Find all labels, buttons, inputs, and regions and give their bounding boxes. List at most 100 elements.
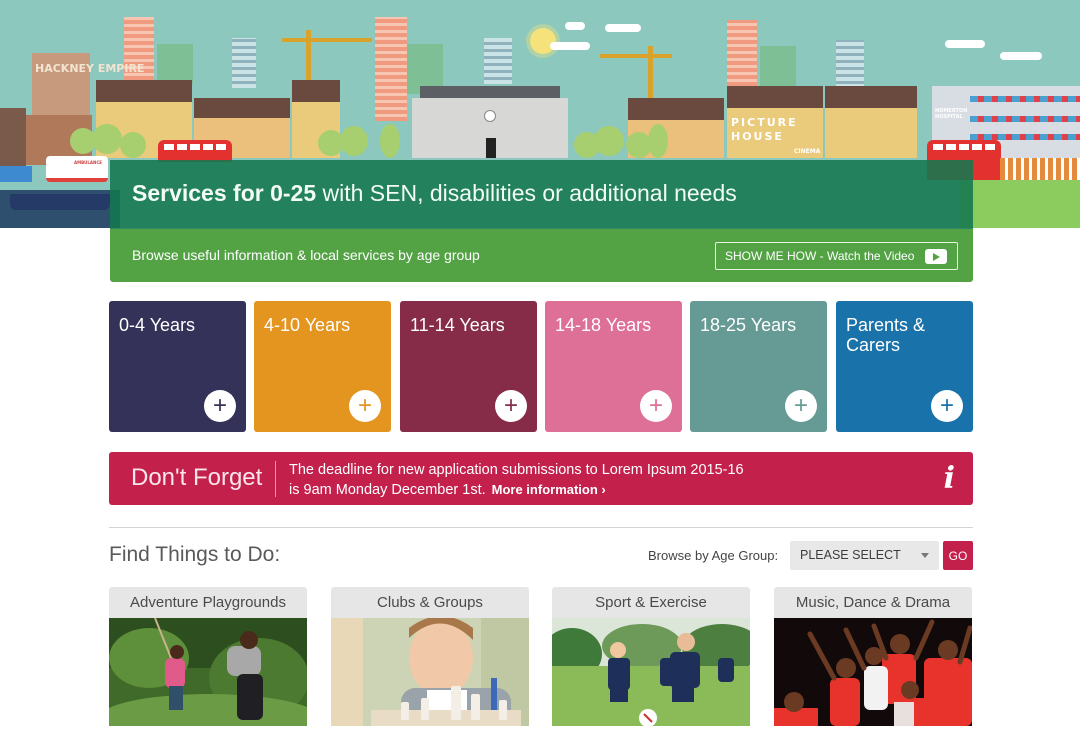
subheader-bar: Browse useful information & local servic… [110,229,973,282]
find-things-heading: Find Things to Do: [109,543,281,566]
subheader-text: Browse useful information & local servic… [132,247,480,263]
age-tile-label: Parents & Carers [846,315,926,355]
plus-icon[interactable]: + [349,390,381,422]
roof [825,86,917,108]
age-tile-14-18[interactable]: 14-18 Years + [545,301,682,432]
plus-icon[interactable]: + [785,390,817,422]
plus-icon[interactable]: + [204,390,236,422]
tower-building [836,40,864,88]
notice-divider [275,461,276,497]
age-group-select[interactable]: PLEASE SELECT [790,541,939,570]
tree [92,124,122,154]
homerton-hospital-sign: HOMERTON HOSPITAL [935,108,968,120]
tower-building [375,17,407,121]
age-tile-0-4[interactable]: 0-4 Years + [109,301,246,432]
cloud [945,40,985,48]
go-button[interactable]: GO [943,541,973,570]
windows [970,116,1080,122]
house [157,44,193,84]
activity-card-sport-exercise[interactable]: Sport & Exercise [552,587,750,726]
age-tile-label: 4-10 Years [264,315,351,335]
crane [306,30,311,82]
roof [194,98,290,118]
roof [727,86,823,108]
clock-icon [484,110,496,122]
crane [600,54,672,58]
children-performing-on-stage-photo [774,618,972,726]
tree [594,126,624,156]
boy-playing-chess-photo [331,618,529,726]
age-tile-4-10[interactable]: 4-10 Years + [254,301,391,432]
building [0,108,26,168]
page-title: Services for 0-25 with SEN, disabilities… [132,180,737,207]
watch-video-button[interactable]: SHOW ME HOW - Watch the Video [715,242,958,270]
age-tile-11-14[interactable]: 11-14 Years + [400,301,537,432]
activity-card-clubs-groups[interactable]: Clubs & Groups [331,587,529,726]
watch-video-label: SHOW ME HOW - Watch the Video [725,249,915,263]
cloud [550,42,590,50]
tower-building [484,38,512,84]
activity-card-adventure-playgrounds[interactable]: Adventure Playgrounds [109,587,307,726]
roof [96,80,192,102]
tower-building [124,17,154,87]
play-icon [925,249,947,264]
activity-card-title: Clubs & Groups [331,587,529,618]
notice-line-2: is 9am Monday December 1st. [289,482,486,498]
crane [282,38,372,42]
hackney-empire-sign: HACKNEY EMPIRE [35,62,145,75]
age-tile-label: 18-25 Years [700,315,797,335]
page-title-bold: Services for 0-25 [132,180,317,206]
grass [960,180,1080,228]
cinema-sign: CINEMA [794,148,821,155]
chevron-down-icon [921,553,929,558]
ambulance-label: AMBULANCE [74,160,103,165]
age-group-tiles: 0-4 Years + 4-10 Years + 11-14 Years + 1… [109,301,973,432]
market-stall [1000,158,1080,182]
car [0,166,32,182]
age-group-select-value: PLEASE SELECT [800,548,901,562]
tree [380,124,400,158]
tree [340,126,368,156]
plus-icon[interactable]: + [495,390,527,422]
plus-icon[interactable]: + [640,390,672,422]
sun-icon [530,28,556,54]
section-divider [109,527,973,528]
plus-icon[interactable]: + [931,390,963,422]
notice-heading: Don't Forget [131,464,263,491]
age-tile-label: 0-4 Years [119,315,196,335]
activity-card-music-dance-drama[interactable]: Music, Dance & Drama [774,587,972,726]
cloud [1000,52,1042,60]
browse-age-group-label: Browse by Age Group: [648,548,779,563]
kids-playing-football-photo [552,618,750,726]
tower-building [727,20,757,86]
more-information-link[interactable]: More information › [492,482,606,497]
activity-card-title: Adventure Playgrounds [109,587,307,618]
roof [628,98,724,120]
page-title-rest: with SEN, disabilities or additional nee… [316,180,737,206]
roof [292,80,340,102]
age-tile-18-25[interactable]: 18-25 Years + [690,301,827,432]
house [760,46,796,90]
dont-forget-notice: Don't Forget The deadline for new applic… [109,452,973,505]
children-on-rope-swing-photo [109,618,307,726]
page-header: Services for 0-25 with SEN, disabilities… [110,160,973,229]
age-tile-parents-carers[interactable]: Parents & Carers + [836,301,973,432]
activity-cards: Adventure Playgrounds Clubs & Groups Spo… [109,587,973,727]
info-icon[interactable]: i [944,461,955,496]
red-bus [158,140,232,162]
roof [420,86,560,98]
age-tile-label: 14-18 Years [555,315,652,335]
notice-message: The deadline for new application submiss… [289,461,744,500]
cloud [565,22,585,30]
notice-line-1: The deadline for new application submiss… [289,462,744,478]
canal-boat [10,194,110,210]
tree [648,124,668,158]
tower-building [232,38,256,88]
picture-house-sign: PICTURE HOUSE [731,116,798,143]
activity-card-title: Sport & Exercise [552,587,750,618]
cloud [605,24,641,32]
age-tile-label: 11-14 Years [410,315,505,335]
door [486,138,496,158]
terrace-building [825,108,917,158]
tree [120,132,146,158]
